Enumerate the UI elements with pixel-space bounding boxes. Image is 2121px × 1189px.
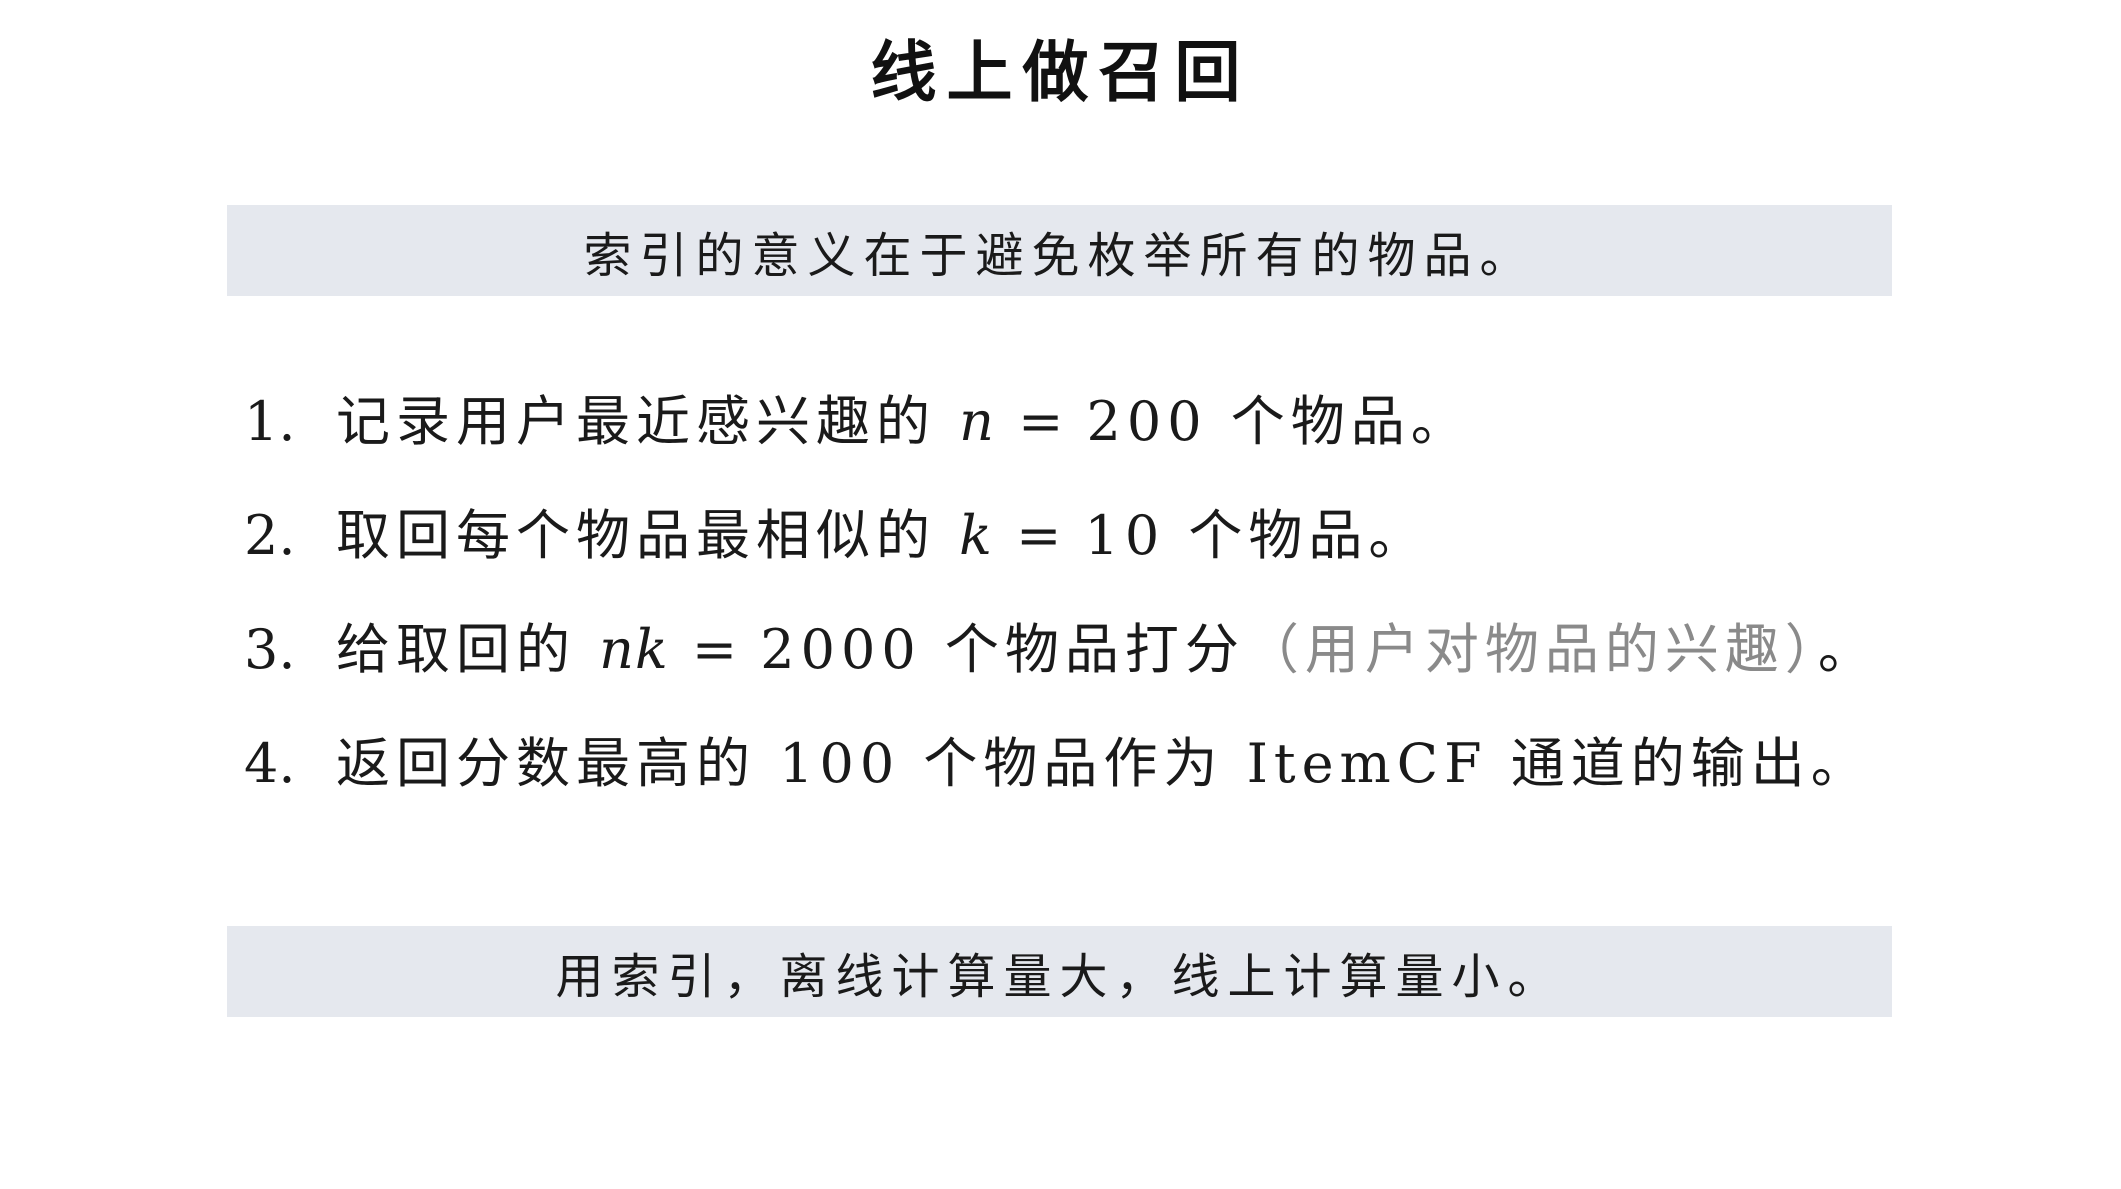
slide-title: 线上做召回 xyxy=(870,34,1251,111)
step-text-before: 取回每个物品最相似的 xyxy=(336,504,960,567)
step-item-3: 3. 给取回的 nk = 2000 个物品打分（用户对物品的兴趣）。 xyxy=(244,593,1878,707)
step-text: 记录用户最近感兴趣的 n = 200 个物品。 xyxy=(336,365,1471,479)
step-text: 返回分数最高的 100 个物品作为 ItemCF 通道的输出。 xyxy=(336,707,1871,821)
step-number: 2. xyxy=(244,504,296,567)
step-text-before: 记录用户最近感兴趣的 xyxy=(336,390,960,453)
step-text-end: 。 xyxy=(1817,618,1878,681)
math-operator: = xyxy=(674,618,755,681)
math-value: 200 xyxy=(1086,390,1208,453)
summary-text: 用索引，离线计算量大，线上计算量小。 xyxy=(555,948,1564,1005)
step-item-1: 1. 记录用户最近感兴趣的 n = 200 个物品。 xyxy=(244,365,1878,479)
step-text: 取回每个物品最相似的 k = 10 个物品。 xyxy=(336,479,1428,593)
math-value: 10 xyxy=(1084,504,1166,567)
step-item-4: 4. 返回分数最高的 100 个物品作为 ItemCF 通道的输出。 xyxy=(244,707,1878,821)
math-variable: nk xyxy=(599,618,669,681)
step-number: 1. xyxy=(244,390,296,453)
index-purpose-text: 索引的意义在于避免枚举所有的物品。 xyxy=(583,227,1536,284)
step-number: 4. xyxy=(244,732,296,795)
step-text-after: 个物品打分 xyxy=(921,618,1245,681)
step-text: 给取回的 nk = 2000 个物品打分（用户对物品的兴趣）。 xyxy=(336,593,1878,707)
math-variable: n xyxy=(959,390,995,453)
index-purpose-banner: 索引的意义在于避免枚举所有的物品。 xyxy=(227,205,1892,296)
math-operator: = xyxy=(998,504,1079,567)
step-text-before: 给取回的 xyxy=(336,618,600,681)
summary-banner: 用索引，离线计算量大，线上计算量小。 xyxy=(227,926,1892,1017)
step-text-after: 个物品。 xyxy=(1207,390,1471,453)
step-number: 3. xyxy=(244,618,296,681)
recall-steps-list: 1. 记录用户最近感兴趣的 n = 200 个物品。 2. 取回每个物品最相似的… xyxy=(244,365,1878,821)
math-value: 2000 xyxy=(760,618,922,681)
step-text-after: 个物品。 xyxy=(1165,504,1429,567)
step-note: （用户对物品的兴趣） xyxy=(1244,618,1818,681)
math-variable: k xyxy=(959,504,993,567)
step-item-2: 2. 取回每个物品最相似的 k = 10 个物品。 xyxy=(244,479,1878,593)
math-operator: = xyxy=(1000,390,1081,453)
step-text-before: 返回分数最高的 100 个物品作为 ItemCF 通道的输出。 xyxy=(336,732,1871,795)
